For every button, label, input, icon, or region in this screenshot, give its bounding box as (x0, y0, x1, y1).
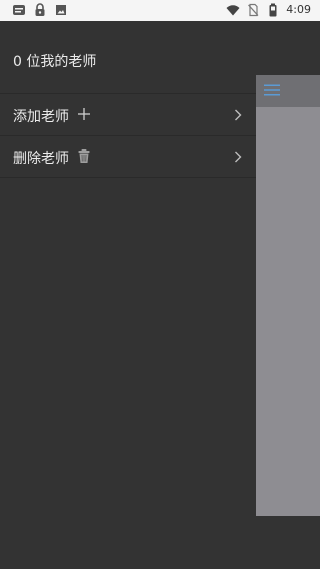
chevron-right-icon (235, 151, 242, 163)
main-content-panel[interactable] (256, 75, 320, 516)
add-teacher-item[interactable]: 添加老师 (0, 94, 256, 136)
delete-teacher-item[interactable]: 删除老师 (0, 136, 256, 178)
add-teacher-label: 添加老师 (13, 109, 69, 125)
clock: 4:09 (286, 3, 311, 16)
plus-icon (78, 108, 90, 120)
trash-icon (78, 149, 90, 163)
lock-icon (35, 3, 45, 16)
message-icon (13, 5, 25, 15)
status-bar: 4:09 (0, 0, 320, 21)
delete-teacher-label: 删除老师 (13, 151, 69, 167)
battery-icon (269, 3, 277, 17)
photo-icon (56, 5, 66, 15)
navigation-drawer: 0 位我的老师 添加老师 删除老师 (0, 21, 256, 569)
no-sim-icon (248, 3, 259, 17)
drawer-header: 0 位我的老师 (0, 21, 256, 94)
wifi-icon (226, 5, 240, 16)
main-toolbar (256, 75, 320, 107)
menu-icon[interactable] (264, 84, 280, 96)
drawer-title: 0 位我的老师 (13, 54, 97, 70)
chevron-right-icon (235, 109, 242, 121)
